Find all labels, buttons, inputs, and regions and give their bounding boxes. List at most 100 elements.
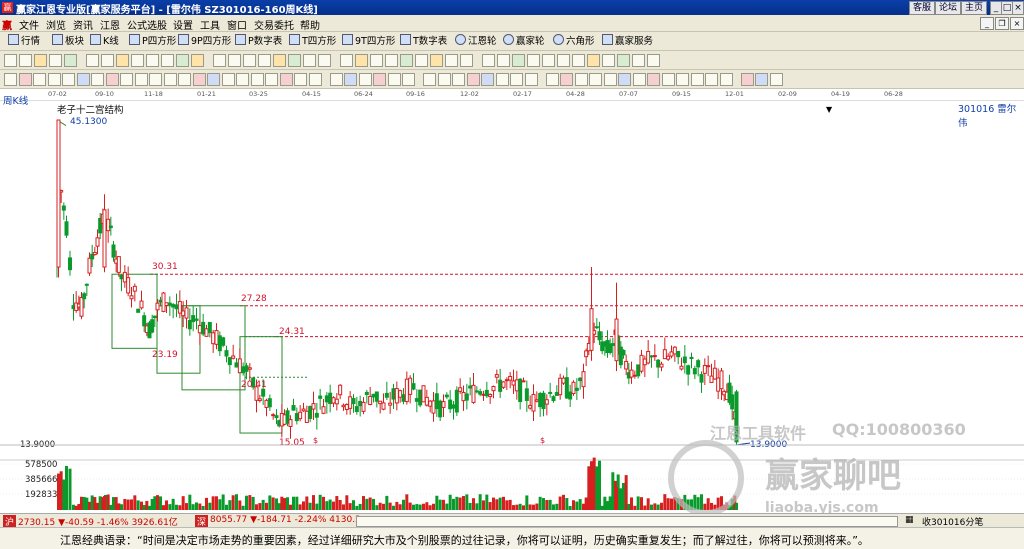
draw-icon-20[interactable]	[279, 73, 293, 86]
draw-icon-27[interactable]	[387, 73, 401, 86]
draw-icon-47[interactable]	[690, 73, 704, 86]
draw-icon-45[interactable]	[661, 73, 675, 86]
draw-icon-41[interactable]	[603, 73, 617, 86]
draw-icon-36[interactable]	[524, 73, 538, 86]
draw-icon-5[interactable]	[62, 73, 75, 86]
draw-icon-19[interactable]	[265, 73, 278, 86]
draw-icon-29[interactable]	[423, 73, 436, 86]
toolbar-winner-wheel[interactable]: 赢家轮	[503, 34, 545, 48]
close-icon[interactable]: ×	[1012, 1, 1024, 15]
menu-browse[interactable]: 浏览	[46, 17, 66, 32]
toolbar-t-square[interactable]: T四方形	[289, 34, 336, 48]
tool-icon-36[interactable]	[557, 54, 570, 67]
draw-icon-30[interactable]	[437, 73, 451, 86]
draw-icon-8[interactable]	[105, 73, 119, 86]
tool-icon-41[interactable]	[632, 54, 645, 67]
draw-icon-51[interactable]	[755, 73, 768, 86]
draw-icon-49[interactable]	[719, 73, 733, 86]
toolbar-winner-service[interactable]: 赢家服务	[602, 34, 653, 48]
toolbar-t-table[interactable]: T数字表	[400, 34, 447, 48]
tool-icon-25[interactable]	[385, 54, 398, 67]
tool-icon-18[interactable]	[273, 54, 286, 67]
tool-icon-40[interactable]	[617, 54, 630, 67]
tool-icon-3[interactable]	[34, 54, 47, 67]
tool-icon-20[interactable]	[303, 54, 316, 67]
draw-icon-33[interactable]	[481, 73, 494, 86]
draw-icon-23[interactable]	[329, 73, 343, 86]
draw-icon-13[interactable]	[178, 73, 191, 86]
draw-icon-32[interactable]	[466, 73, 480, 86]
draw-icon-22[interactable]	[308, 73, 322, 86]
draw-icon-6[interactable]	[76, 73, 90, 86]
tool-icon-38[interactable]	[587, 54, 600, 67]
draw-icon-34[interactable]	[495, 73, 509, 86]
tool-icon-26[interactable]	[400, 54, 413, 67]
toolbar-9p-square[interactable]: 9P四方形	[178, 34, 231, 48]
homepage-button[interactable]: 主页	[961, 1, 987, 15]
customer-service-button[interactable]: 客服	[909, 1, 935, 15]
draw-icon-1[interactable]	[4, 73, 17, 86]
draw-icon-37[interactable]	[545, 73, 559, 86]
draw-icon-12[interactable]	[163, 73, 177, 86]
tool-icon-10[interactable]	[146, 54, 159, 67]
tool-icon-22[interactable]	[340, 54, 353, 67]
menu-help[interactable]: 帮助	[300, 17, 320, 32]
tool-icon-34[interactable]	[527, 54, 540, 67]
draw-icon-17[interactable]	[236, 73, 249, 86]
menu-file[interactable]: 文件	[19, 17, 39, 32]
tool-icon-12[interactable]	[176, 54, 189, 67]
tool-icon-19[interactable]	[288, 54, 301, 67]
draw-icon-14[interactable]	[192, 73, 206, 86]
draw-icon-25[interactable]	[358, 73, 372, 86]
tool-icon-33[interactable]	[512, 54, 525, 67]
dropdown-arrow-icon[interactable]: ▼	[826, 105, 832, 114]
draw-icon-9[interactable]	[120, 73, 133, 86]
menu-trade[interactable]: 交易委托	[254, 17, 294, 32]
draw-icon-52[interactable]	[769, 73, 783, 86]
tool-icon-11[interactable]	[161, 54, 174, 67]
child-restore-icon[interactable]: ❐	[995, 17, 1009, 30]
child-close-icon[interactable]: ×	[1010, 17, 1024, 30]
draw-icon-4[interactable]	[47, 73, 61, 86]
tool-icon-32[interactable]	[497, 54, 510, 67]
tool-icon-21[interactable]	[318, 54, 331, 67]
tool-icon-17[interactable]	[258, 54, 271, 67]
draw-icon-42[interactable]	[618, 73, 631, 86]
tool-icon-37[interactable]	[572, 54, 585, 67]
tool-icon-8[interactable]	[116, 54, 129, 67]
draw-icon-46[interactable]	[676, 73, 689, 86]
horizontal-scrollbar[interactable]	[356, 516, 898, 527]
menu-settings[interactable]: 设置	[173, 17, 193, 32]
menu-news[interactable]: 资讯	[73, 17, 93, 32]
tool-icon-39[interactable]	[602, 54, 615, 67]
draw-icon-2[interactable]	[18, 73, 32, 86]
draw-icon-24[interactable]	[344, 73, 357, 86]
draw-icon-11[interactable]	[149, 73, 162, 86]
toolbar-9t-square[interactable]: 9T四方形	[342, 34, 395, 48]
menu-formula[interactable]: 公式选股	[127, 17, 167, 32]
tool-icon-28[interactable]	[430, 54, 443, 67]
tool-icon-13[interactable]	[191, 54, 204, 67]
tool-icon-42[interactable]	[647, 54, 660, 67]
toolbar-p-table[interactable]: P数字表	[235, 34, 282, 48]
draw-icon-10[interactable]	[134, 73, 148, 86]
draw-icon-39[interactable]	[574, 73, 588, 86]
draw-icon-43[interactable]	[632, 73, 646, 86]
draw-icon-35[interactable]	[510, 73, 523, 86]
tool-icon-14[interactable]	[213, 54, 226, 67]
forum-button[interactable]: 论坛	[935, 1, 961, 15]
toolbar-quotes[interactable]: 行情	[8, 34, 40, 48]
draw-icon-28[interactable]	[402, 73, 415, 86]
tool-icon-2[interactable]	[19, 54, 32, 67]
tool-icon-4[interactable]	[49, 54, 62, 67]
menu-tools[interactable]: 工具	[200, 17, 220, 32]
toolbar-hexagon[interactable]: 六角形	[553, 34, 595, 48]
tool-icon-9[interactable]	[131, 54, 144, 67]
tool-icon-5[interactable]	[64, 54, 77, 67]
draw-icon-18[interactable]	[250, 73, 264, 86]
draw-icon-40[interactable]	[589, 73, 602, 86]
toolbar-gann-wheel[interactable]: 江恩轮	[455, 34, 497, 48]
draw-icon-48[interactable]	[705, 73, 718, 86]
draw-icon-3[interactable]	[33, 73, 46, 86]
menu-window[interactable]: 窗口	[227, 17, 247, 32]
